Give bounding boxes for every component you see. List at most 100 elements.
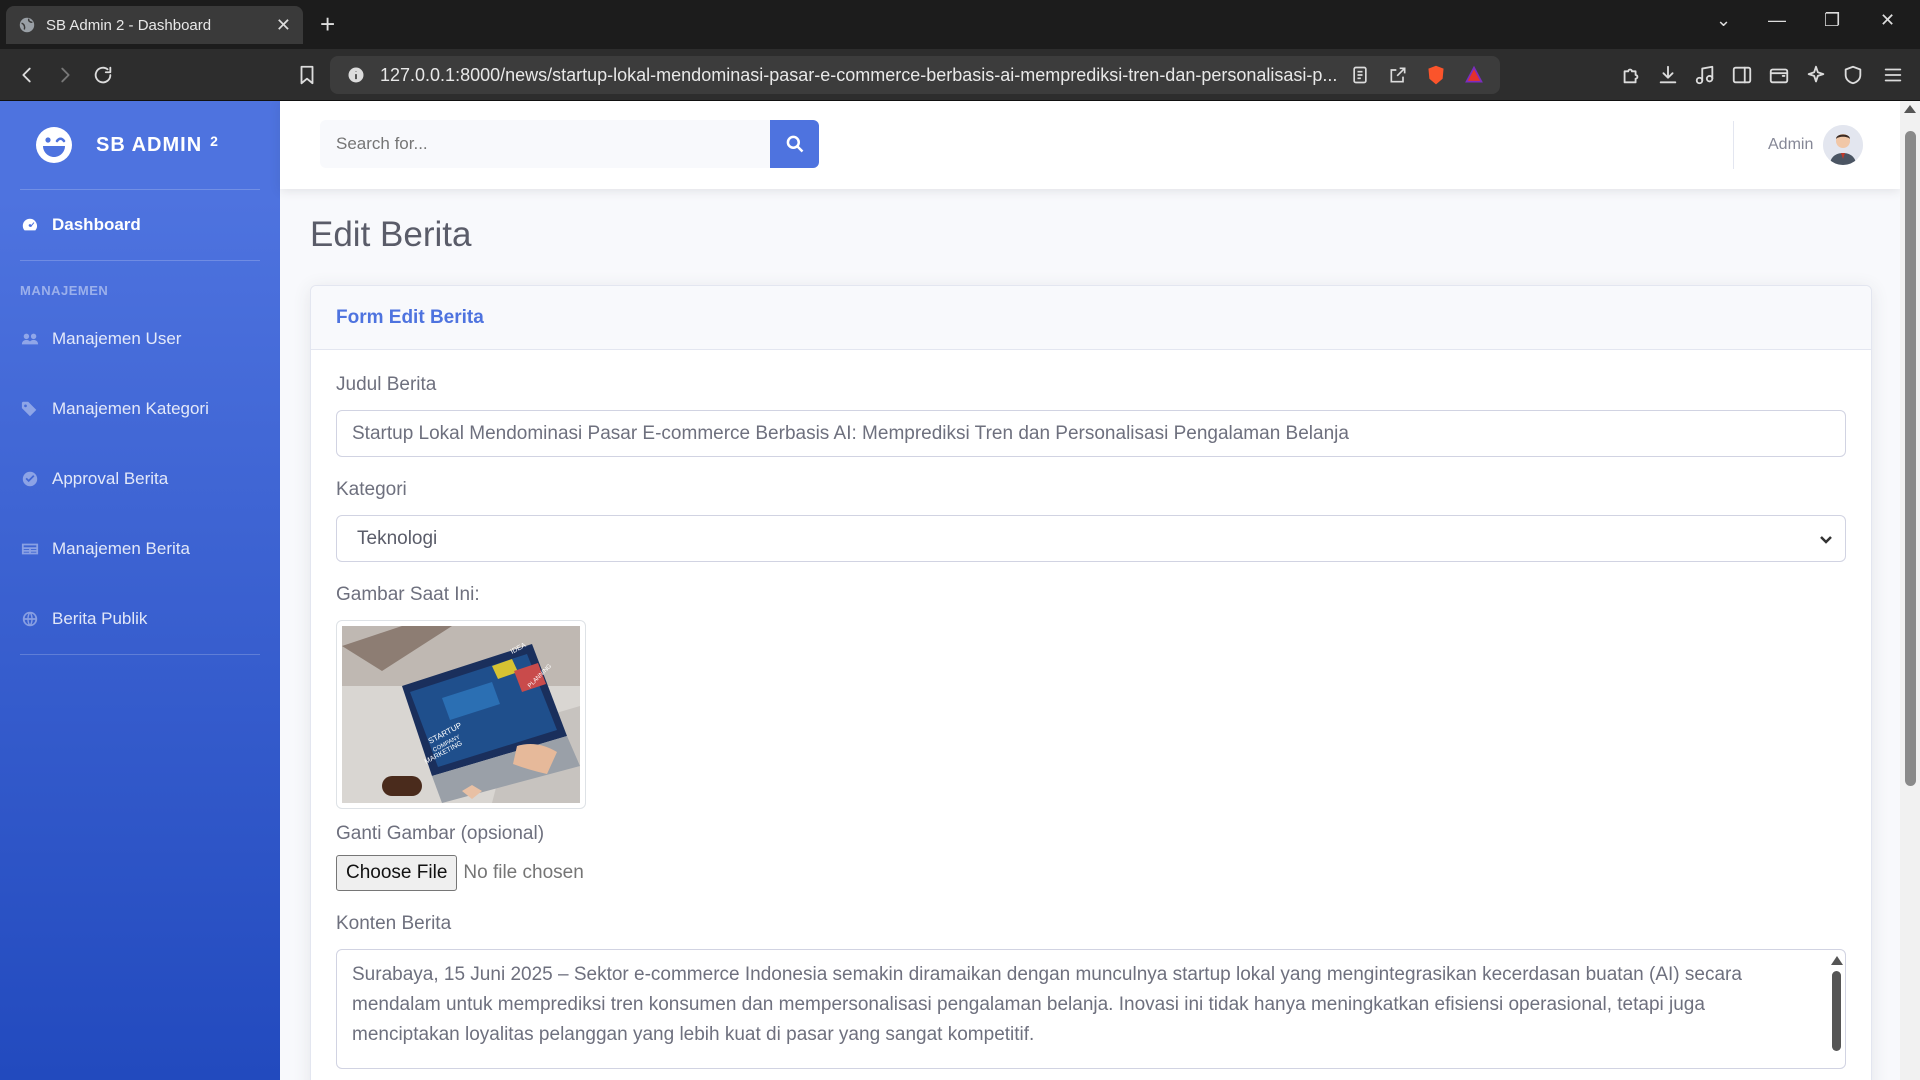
file-status: No file chosen	[463, 862, 584, 883]
card-title: Form Edit Berita	[336, 306, 484, 328]
sidebar-heading: MANAJEMEN	[20, 283, 109, 298]
music-note-icon	[1695, 65, 1714, 85]
chevron-down-icon	[1820, 535, 1832, 544]
sidebar-toggle-button[interactable]	[1729, 62, 1755, 88]
topbar-divider	[1733, 121, 1734, 169]
brand-superscript: 2	[210, 133, 219, 149]
forward-button[interactable]	[52, 62, 78, 88]
card-body: Judul Berita Startup Lokal Mendominasi P…	[311, 350, 1871, 1080]
sidebar-item-label: Manajemen Berita	[52, 539, 190, 558]
ganti-gambar-label: Ganti Gambar (opsional)	[336, 823, 545, 844]
vpn-button[interactable]	[1840, 62, 1866, 88]
back-arrow-icon	[22, 67, 31, 83]
user-dropdown[interactable]: Admin	[1768, 125, 1864, 165]
sidebar-item-manajemen-user[interactable]: Manajemen User	[0, 304, 280, 374]
globe-icon	[20, 609, 40, 629]
current-image-thumbnail: STARTUP COMPANY MARKETING IDEA PLANNING	[336, 620, 586, 809]
shield-icon	[1844, 65, 1862, 85]
kategori-label: Kategori	[336, 479, 407, 500]
minimize-button[interactable]: —	[1768, 10, 1786, 31]
user-name: Admin	[1768, 136, 1814, 153]
sidebar-item-dashboard[interactable]: Dashboard	[0, 190, 280, 260]
download-icon	[1659, 65, 1677, 84]
laugh-wink-logo-icon	[36, 127, 72, 163]
topbar-search	[320, 120, 819, 168]
media-button[interactable]	[1692, 62, 1718, 88]
url-text[interactable]: 127.0.0.1:8000/news/startup-lokal-mendom…	[380, 65, 1350, 86]
bookmark-icon	[300, 65, 314, 85]
page-scroll-up-arrow-icon[interactable]	[1904, 105, 1916, 113]
downloads-button[interactable]	[1655, 62, 1681, 88]
gambar-label: Gambar Saat Ini:	[336, 584, 480, 605]
konten-label: Konten Berita	[336, 913, 452, 934]
tab-search-dropdown-icon[interactable]: ⌄	[1716, 10, 1731, 31]
sidebar-item-label: Manajemen Kategori	[52, 399, 209, 418]
reload-icon	[94, 66, 112, 84]
kategori-selected-value: Teknologi	[357, 527, 438, 549]
reload-button[interactable]	[90, 62, 116, 88]
card-header: Form Edit Berita	[311, 286, 1871, 350]
sidebar-item-manajemen-berita[interactable]: Manajemen Berita	[0, 514, 280, 584]
forward-arrow-icon	[61, 67, 70, 83]
textarea-scrollbar[interactable]	[1831, 954, 1843, 1068]
judul-input[interactable]: Startup Lokal Mendominasi Pasar E-commer…	[336, 410, 1846, 457]
konten-textarea[interactable]: Surabaya, 15 Juni 2025 – Sektor e-commer…	[336, 949, 1846, 1069]
sidebar-item-approval-berita[interactable]: Approval Berita	[0, 444, 280, 514]
sidebar-item-berita-publik[interactable]: Berita Publik	[0, 584, 280, 654]
brand-text: SB ADMIN	[96, 133, 203, 156]
sidebar-item-label: Manajemen User	[52, 329, 182, 348]
sidebar-panel-icon	[1732, 66, 1752, 84]
konten-text: Surabaya, 15 Juni 2025 – Sektor e-commer…	[352, 964, 1742, 1045]
search-icon	[786, 135, 803, 153]
puzzle-icon	[1623, 68, 1639, 84]
site-info-icon[interactable]	[346, 65, 366, 85]
tab-close-icon[interactable]: ✕	[276, 15, 291, 36]
scroll-up-arrow-icon[interactable]	[1831, 956, 1843, 965]
brave-shield-icon[interactable]	[1426, 65, 1446, 85]
browser-tab-strip: SB Admin 2 - Dashboard ✕ + ⌄ — ❐ ✕	[0, 0, 1920, 49]
newspaper-icon	[20, 539, 40, 559]
page-viewport: SB ADMIN 2 Dashboard MANAJEMEN Manajemen…	[0, 101, 1920, 1080]
main-content: Edit Berita Form Edit Berita Judul Berit…	[310, 189, 1872, 1080]
sidebar-item-manajemen-kategori[interactable]: Manajemen Kategori	[0, 374, 280, 444]
kategori-select[interactable]: Teknologi	[336, 515, 1846, 562]
globe-favicon-icon	[19, 17, 35, 33]
sidebar-divider	[20, 654, 260, 655]
restore-button[interactable]: ❐	[1824, 10, 1840, 31]
page-scroll-thumb[interactable]	[1904, 131, 1916, 786]
tags-icon	[20, 399, 40, 419]
menu-button[interactable]	[1880, 62, 1906, 88]
choose-file-button[interactable]: Choose File	[336, 855, 458, 891]
reader-mode-icon[interactable]	[1350, 65, 1370, 85]
browser-toolbar: 127.0.0.1:8000/news/startup-lokal-mendom…	[0, 49, 1920, 101]
user-avatar-icon	[1823, 125, 1864, 165]
close-window-button[interactable]: ✕	[1880, 10, 1895, 31]
file-input[interactable]: Choose File No file chosen	[336, 855, 1846, 891]
wallet-icon	[1769, 68, 1789, 84]
sidebar-brand[interactable]: SB ADMIN 2	[0, 101, 280, 189]
back-button[interactable]	[14, 62, 40, 88]
startup-laptop-image: STARTUP COMPANY MARKETING IDEA PLANNING	[342, 626, 580, 803]
brave-rewards-icon[interactable]	[1464, 65, 1484, 85]
new-tab-button[interactable]: +	[320, 9, 335, 39]
search-button[interactable]	[770, 120, 819, 168]
bookmark-button[interactable]	[294, 62, 320, 88]
users-icon	[20, 329, 40, 349]
judul-label: Judul Berita	[336, 374, 437, 395]
browser-tab[interactable]: SB Admin 2 - Dashboard ✕	[6, 6, 303, 44]
tachometer-icon	[20, 215, 40, 235]
tab-title: SB Admin 2 - Dashboard	[46, 16, 212, 34]
hamburger-menu-icon	[1884, 68, 1902, 82]
address-bar[interactable]: 127.0.0.1:8000/news/startup-lokal-mendom…	[330, 56, 1500, 94]
leo-ai-button[interactable]	[1803, 62, 1829, 88]
topbar: Admin	[280, 101, 1900, 189]
page-title: Edit Berita	[310, 215, 472, 254]
textarea-scroll-thumb[interactable]	[1831, 971, 1841, 1051]
extensions-button[interactable]	[1618, 62, 1644, 88]
check-circle-icon	[20, 469, 40, 489]
sidebar-item-label: Berita Publik	[52, 609, 148, 628]
page-scrollbar[interactable]	[1900, 101, 1920, 1080]
share-icon[interactable]	[1388, 65, 1408, 85]
search-input[interactable]	[320, 120, 770, 168]
wallet-button[interactable]	[1766, 62, 1792, 88]
